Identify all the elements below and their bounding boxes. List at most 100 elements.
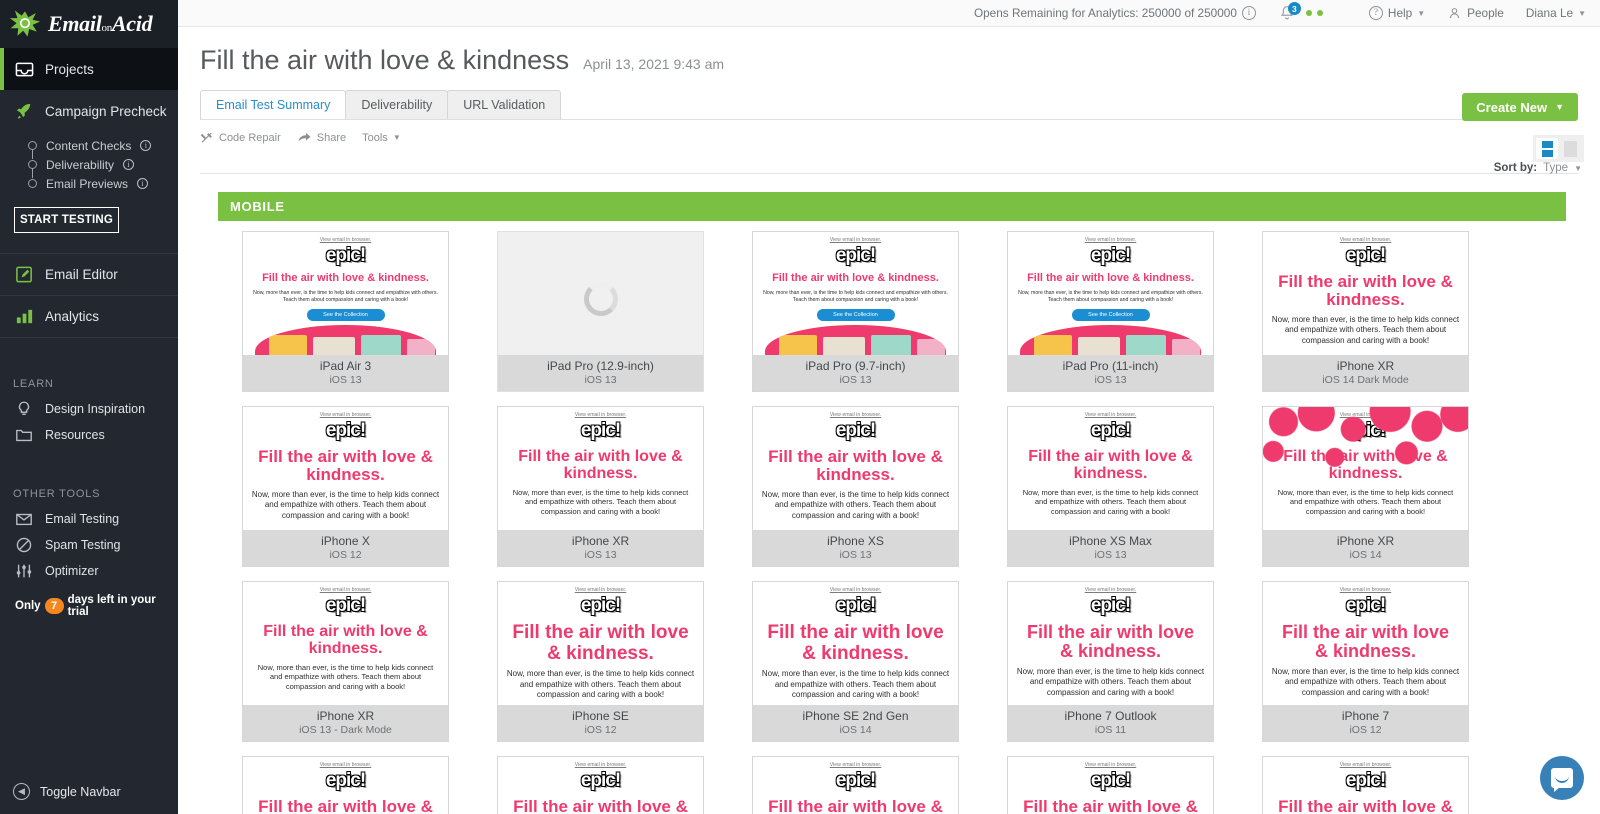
tab-url-validation[interactable]: URL Validation xyxy=(447,90,562,119)
info-icon[interactable]: i xyxy=(140,140,152,151)
sidebar-item-design-inspiration[interactable]: Design Inspiration xyxy=(0,396,178,422)
intercom-chat-button[interactable] xyxy=(1540,756,1584,800)
view-in-browser-link[interactable]: View email in browser. xyxy=(243,757,448,768)
create-new-button[interactable]: Create New ▼ xyxy=(1462,93,1578,121)
sidebar-subitem-email-previews[interactable]: Email Previews i xyxy=(28,174,178,193)
view-mode-list-button[interactable] xyxy=(1536,138,1558,159)
device-name: iPhone XS xyxy=(827,534,884,548)
view-in-browser-link[interactable]: View email in browser. xyxy=(1008,407,1213,418)
device-preview-card[interactable]: View email in browser. epic! Fill the air … xyxy=(497,406,704,567)
view-in-browser-link[interactable]: View email in browser. xyxy=(1008,232,1213,243)
device-preview-card[interactable]: View email in browser. epic! Fill the air … xyxy=(1007,581,1214,742)
device-preview-card[interactable]: View email in browser. epic! Fill the air … xyxy=(1262,581,1469,742)
list-view-icon xyxy=(1541,149,1553,157)
view-in-browser-link[interactable]: View email in browser. xyxy=(1263,757,1468,768)
sidebar-item-spam-testing[interactable]: Spam Testing xyxy=(0,532,178,558)
view-in-browser-link[interactable]: View email in browser. xyxy=(498,757,703,768)
device-preview-card[interactable]: View email in browser. epic! Fill the air … xyxy=(497,581,704,742)
device-preview-card[interactable]: View email in browser. epic! Fill the air … xyxy=(752,756,959,814)
email-preview: View email in browser. epic! Fill the air … xyxy=(1263,757,1468,814)
toggle-navbar-button[interactable]: ◀ Toggle Navbar xyxy=(0,783,178,800)
sidebar-item-email-testing[interactable]: Email Testing xyxy=(0,506,178,532)
email-body: Now, more than ever, is the time to help… xyxy=(1271,314,1460,345)
tab-email-test-summary[interactable]: Email Test Summary xyxy=(200,90,347,119)
chevron-down-icon[interactable]: ▼ xyxy=(1574,164,1582,173)
email-headline: Fill the air with love & kindness. xyxy=(1026,622,1195,662)
view-mode-grid-button[interactable] xyxy=(1559,138,1581,159)
tools-menu[interactable]: Tools ▼ xyxy=(362,132,401,144)
device-preview-card[interactable]: iPad Pro (12.9-inch) iOS 13 xyxy=(497,231,704,392)
sidebar-item-projects[interactable]: Projects xyxy=(0,48,178,90)
device-preview-card[interactable]: View email in browser. epic! Fill the air … xyxy=(1262,756,1469,814)
device-preview-card[interactable]: View email in browser. epic! Fill the air … xyxy=(497,756,704,814)
email-cta-button[interactable]: See the Collection xyxy=(1071,308,1150,321)
main-area: Opens Remaining for Analytics: 250000 of… xyxy=(178,0,1600,814)
view-in-browser-link[interactable]: View email in browser. xyxy=(498,582,703,593)
view-in-browser-link[interactable]: View email in browser. xyxy=(753,582,958,593)
device-preview-card[interactable]: View email in browser. epic! Fill the air … xyxy=(752,406,959,567)
device-name: iPhone X xyxy=(321,534,370,548)
device-preview-card[interactable]: View email in browser. epic! Fill the air … xyxy=(752,581,959,742)
toggle-navbar-label: Toggle Navbar xyxy=(40,784,121,799)
view-in-browser-link[interactable]: View email in browser. xyxy=(498,407,703,418)
info-icon[interactable]: i xyxy=(1241,6,1256,20)
device-preview-card[interactable]: View email in browser. epic! Fill the air … xyxy=(242,231,449,392)
code-repair-button[interactable]: Code Repair xyxy=(200,131,281,145)
email-cta-button[interactable]: See the Collection xyxy=(306,308,385,321)
sidebar-item-optimizer[interactable]: Optimizer xyxy=(0,558,178,584)
email-cta-button[interactable]: See the Collection xyxy=(816,308,895,321)
email-headline: Fill the air with love & kindness. xyxy=(768,447,943,485)
opens-remaining: Opens Remaining for Analytics: 250000 of… xyxy=(974,6,1256,20)
sidebar-item-design-inspiration-label: Design Inspiration xyxy=(45,402,146,416)
sidebar-item-resources[interactable]: Resources xyxy=(0,422,178,448)
device-preview-card[interactable]: View email in browser. epic! Fill the air … xyxy=(1262,231,1469,392)
epic-logo: epic! xyxy=(325,595,366,616)
device-preview-card[interactable]: View email in browser. epic! Fill the air … xyxy=(1007,231,1214,392)
view-in-browser-link[interactable]: View email in browser. xyxy=(243,407,448,418)
trial-days-badge: 7 xyxy=(44,598,64,614)
sidebar-subitem-content-checks[interactable]: Content Checks i xyxy=(28,136,178,159)
sidebar-item-campaign-precheck[interactable]: Campaign Precheck xyxy=(0,90,178,132)
device-preview-card[interactable]: View email in browser. epic! Fill the air … xyxy=(242,756,449,814)
share-button[interactable]: Share xyxy=(297,130,346,145)
brand-logo[interactable]: EmailonAcid xyxy=(0,0,178,48)
device-preview-cell: View email in browser. epic! Fill the air … xyxy=(1238,756,1493,814)
info-icon[interactable]: i xyxy=(137,178,149,189)
device-label: iPhone XR iOS 14 Dark Mode xyxy=(1263,355,1468,391)
sidebar-item-email-editor[interactable]: Email Editor xyxy=(0,254,178,296)
notifications-button[interactable]: 3 xyxy=(1278,2,1301,23)
device-preview-card[interactable]: View email in browser. epic! Fill the air … xyxy=(242,581,449,742)
view-in-browser-link[interactable]: View email in browser. xyxy=(243,232,448,243)
device-preview-card[interactable]: View email in browser. epic! Fill the air … xyxy=(242,406,449,567)
device-os: iOS 13 - Dark Mode xyxy=(299,724,392,736)
device-os: iOS 13 xyxy=(1094,549,1127,561)
device-preview-card[interactable]: View email in browser. epic! Fill the air … xyxy=(752,231,959,392)
device-preview-card[interactable]: View email in browser. epic! Fill the air … xyxy=(1007,406,1214,567)
view-in-browser-link[interactable]: View email in browser. xyxy=(1008,757,1213,768)
loading-spinner-icon xyxy=(583,281,618,316)
view-in-browser-link[interactable]: View email in browser. xyxy=(753,232,958,243)
start-testing-button[interactable]: START TESTING xyxy=(14,207,119,233)
view-in-browser-link[interactable]: View email in browser. xyxy=(753,407,958,418)
envelope-icon xyxy=(15,510,34,529)
info-icon[interactable]: i xyxy=(123,159,135,170)
email-headline: Fill the air with love & kindness. xyxy=(1281,622,1450,662)
sidebar-item-analytics[interactable]: Analytics xyxy=(0,296,178,338)
view-in-browser-link[interactable]: View email in browser. xyxy=(1263,407,1468,418)
tab-deliverability[interactable]: Deliverability xyxy=(345,90,449,119)
view-in-browser-link[interactable]: View email in browser. xyxy=(243,582,448,593)
user-menu[interactable]: Diana Le ▼ xyxy=(1526,6,1586,20)
view-in-browser-link[interactable]: View email in browser. xyxy=(1008,582,1213,593)
device-preview-card[interactable]: View email in browser. epic! Fill the air … xyxy=(1007,756,1214,814)
device-os: iOS 13 xyxy=(1094,374,1127,386)
view-in-browser-link[interactable]: View email in browser. xyxy=(1263,582,1468,593)
help-menu[interactable]: ? Help ▼ xyxy=(1368,6,1425,20)
view-in-browser-link[interactable]: View email in browser. xyxy=(753,757,958,768)
email-preview: View email in browser. epic! Fill the air … xyxy=(243,757,448,814)
pencil-square-icon xyxy=(15,265,34,284)
device-preview-card[interactable]: View email in browser. epic! Fill the air … xyxy=(1262,406,1469,567)
sidebar-subitem-deliverability[interactable]: Deliverability i xyxy=(28,155,178,178)
sort-by-value[interactable]: Type xyxy=(1543,162,1568,174)
people-menu[interactable]: People xyxy=(1447,6,1504,21)
view-in-browser-link[interactable]: View email in browser. xyxy=(1263,232,1468,243)
